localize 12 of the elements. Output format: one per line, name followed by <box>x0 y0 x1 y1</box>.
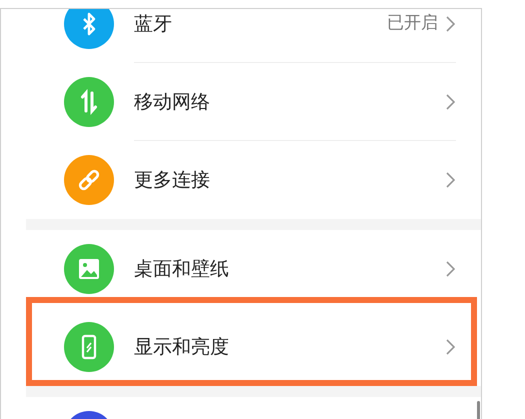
chevron-right-icon <box>446 16 455 32</box>
setting-label[interactable]: 移动网络 <box>134 88 210 116</box>
setting-label[interactable]: 更多连接 <box>134 166 210 194</box>
chevron-right-icon <box>446 339 455 355</box>
chevron-right-icon <box>446 94 455 110</box>
scrollbar <box>477 401 480 419</box>
setting-label[interactable]: 蓝牙 <box>134 10 172 38</box>
chevron-right-icon <box>446 261 455 277</box>
setting-value: 已开启 <box>387 12 438 36</box>
setting-label[interactable]: 显示和亮度 <box>134 332 229 362</box>
setting-label[interactable]: 桌面和壁纸 <box>134 254 229 284</box>
chevron-right-icon <box>446 172 455 188</box>
